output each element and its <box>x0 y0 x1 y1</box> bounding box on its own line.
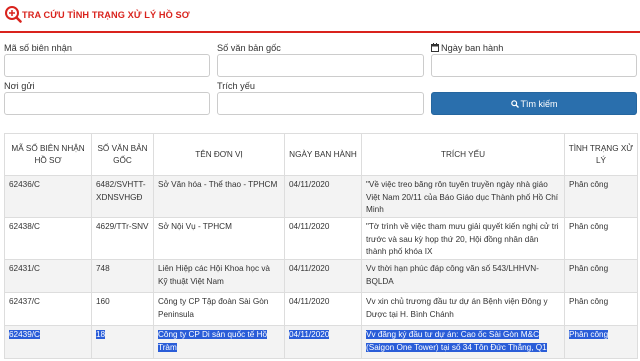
cell-receipt-wrap: 62439/C <box>4 325 92 359</box>
sender-input[interactable] <box>4 92 210 115</box>
cell-receipt: 62436/C <box>4 175 92 218</box>
col-header-unit[interactable]: TÊN ĐƠN VỊ <box>153 133 285 176</box>
col-header-summary[interactable]: TRÍCH YẾU <box>361 133 565 176</box>
issue-date-label: Ngày ban hành <box>441 43 504 53</box>
cell-receipt: 62437/C <box>4 292 92 326</box>
calendar-icon <box>431 43 439 52</box>
cell-receipt: 62439/C <box>9 330 40 339</box>
cell-unit: Công ty CP Di sản quốc tế Hồ Tràm <box>158 330 268 352</box>
search-icon <box>510 99 519 108</box>
cell-summary: Vv thời hạn phúc đáp công văn số 543/LHH… <box>361 259 565 293</box>
cell-unit: Liên Hiệp các Hội Khoa học và Kỹ thuật V… <box>153 259 285 293</box>
col-header-receipt[interactable]: MÃ SỐ BIÊN NHẬN HỒ SƠ <box>4 133 92 176</box>
document-number-input[interactable] <box>217 54 424 77</box>
cell-status: Phân công <box>564 217 638 260</box>
cell-unit: Sở Nội Vụ - TPHCM <box>153 217 285 260</box>
cell-unit: Công ty CP Tập đoàn Sài Gòn Peninsula <box>153 292 285 326</box>
table-row[interactable]: 62431/C 748 Liên Hiệp các Hội Khoa học v… <box>4 259 638 293</box>
issue-date-input[interactable] <box>431 54 637 77</box>
search-button-label: Tìm kiếm <box>520 98 558 109</box>
col-header-document-number[interactable]: SỐ VĂN BẢN GỐC <box>91 133 154 176</box>
page-header: TRA CỨU TÌNH TRẠNG XỬ LÝ HỒ SƠ <box>0 0 640 33</box>
table-header-row: MÃ SỐ BIÊN NHẬN HỒ SƠ SỐ VĂN BẢN GỐC TÊN… <box>4 133 638 176</box>
cell-issue-date: 04/11/2020 <box>284 259 362 293</box>
cell-issue-date: 04/11/2020 <box>289 330 330 339</box>
table-row-selected[interactable]: 62439/C 18 Công ty CP Di sản quốc tế Hồ … <box>4 325 638 359</box>
cell-receipt: 62438/C <box>4 217 92 260</box>
cell-status: Phân công <box>564 259 638 293</box>
receipt-number-label: Mã số biên nhận <box>4 43 72 53</box>
cell-document-number: 748 <box>91 259 154 293</box>
cell-status-wrap: Phân công <box>564 325 638 359</box>
cell-issue-date: 04/11/2020 <box>284 292 362 326</box>
cell-summary-wrap: Vv đăng ký đầu tư dự án: Cao ốc Sài Gòn … <box>361 325 565 359</box>
cell-unit: Sở Văn hóa - Thể thao - TPHCM <box>153 175 285 218</box>
search-document-icon <box>5 6 22 23</box>
cell-status: Phân công <box>564 175 638 218</box>
summary-input[interactable] <box>217 92 424 115</box>
table-row[interactable]: 62438/C 4629/TTr-SNV Sở Nội Vụ - TPHCM 0… <box>4 217 638 260</box>
cell-issue-date: 04/11/2020 <box>284 175 362 218</box>
cell-issue-date: 04/11/2020 <box>284 217 362 260</box>
cell-summary: "Về việc treo băng rôn tuyên truyền ngày… <box>361 175 565 218</box>
cell-issue-date-wrap: 04/11/2020 <box>284 325 362 359</box>
cell-document-number: 18 <box>96 330 106 339</box>
summary-label: Trích yếu <box>217 81 255 91</box>
receipt-number-input[interactable] <box>4 54 210 77</box>
cell-receipt: 62431/C <box>4 259 92 293</box>
document-number-label: Số văn bản gốc <box>217 43 281 53</box>
cell-document-number: 160 <box>91 292 154 326</box>
cell-status: Phân công <box>564 292 638 326</box>
cell-status: Phân công <box>569 330 609 339</box>
cell-document-number-wrap: 18 <box>91 325 154 359</box>
cell-document-number: 4629/TTr-SNV <box>91 217 154 260</box>
search-button[interactable]: Tìm kiếm <box>431 92 637 115</box>
sender-label: Nơi gửi <box>4 81 35 91</box>
col-header-status[interactable]: TÌNH TRẠNG XỬ LÝ <box>564 133 638 176</box>
cell-document-number: 6482/SVHTT-XDNSVHGĐ <box>91 175 154 218</box>
cell-unit-wrap: Công ty CP Di sản quốc tế Hồ Tràm <box>153 325 285 359</box>
table-row[interactable]: 62436/C 6482/SVHTT-XDNSVHGĐ Sở Văn hóa -… <box>4 175 638 218</box>
results-table: MÃ SỐ BIÊN NHẬN HỒ SƠ SỐ VĂN BẢN GỐC TÊN… <box>4 133 638 359</box>
cell-summary: "Tờ trình về việc tham mưu giải quyết ki… <box>361 217 565 260</box>
cell-summary: Vv xin chủ trương đầu tư dự án Bệnh viện… <box>361 292 565 326</box>
col-header-issue-date[interactable]: NGÀY BAN HÀNH <box>284 133 362 176</box>
cell-summary: Vv đăng ký đầu tư dự án: Cao ốc Sài Gòn … <box>366 330 547 352</box>
page-title: TRA CỨU TÌNH TRẠNG XỬ LÝ HỒ SƠ <box>22 10 190 20</box>
issue-date-label-wrap: Ngày ban hành <box>431 43 503 53</box>
table-row[interactable]: 62437/C 160 Công ty CP Tập đoàn Sài Gòn … <box>4 292 638 326</box>
